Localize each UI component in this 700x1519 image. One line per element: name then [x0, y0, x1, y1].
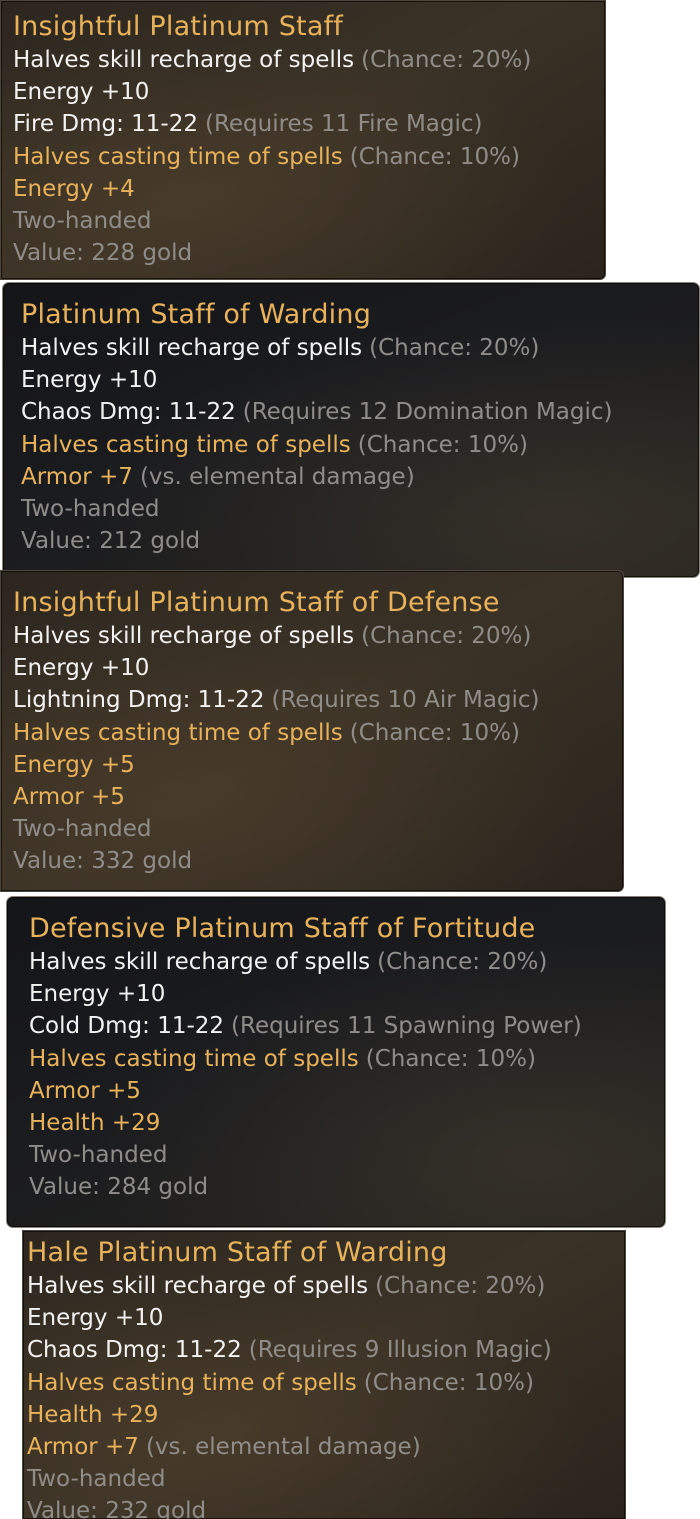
damage-text: Chaos Dmg: 11-22: [21, 399, 236, 426]
item-name: Defensive Platinum Staff of Fortitude: [29, 913, 536, 944]
casting-chance: (Chance: 10%): [349, 143, 520, 170]
item-tooltip-hale-platinum-staff-of-warding: Hale Platinum Staff of Warding Halves sk…: [22, 1230, 626, 1519]
bonus-modifier: Armor +5: [13, 784, 125, 811]
armor-note: (vs. elemental damage): [145, 1434, 421, 1461]
item-tooltip-defensive-platinum-staff-of-fortitude: Defensive Platinum Staff of Fortitude Ha…: [6, 896, 666, 1228]
damage-text: Chaos Dmg: 11-22: [27, 1337, 242, 1364]
item-tooltip-insightful-platinum-staff-of-defense: Insightful Platinum Staff of Defense Hal…: [0, 570, 624, 892]
item-name: Insightful Platinum Staff of Defense: [13, 587, 500, 618]
recharge-line: Halves skill recharge of spells (Chance: …: [29, 946, 665, 978]
item-tooltip-platinum-staff-of-warding: Platinum Staff of Warding Halves skill r…: [2, 282, 700, 578]
armor-text: Armor +7: [21, 463, 133, 490]
handedness: Two-handed: [13, 208, 152, 235]
damage-text: Fire Dmg: 11-22: [13, 111, 198, 138]
energy-line: Energy +10: [13, 655, 150, 682]
damage-line: Fire Dmg: 11-22 (Requires 11 Fire Magic): [13, 108, 605, 140]
recharge-chance: (Chance: 20%): [361, 47, 532, 73]
recharge-line: Halves skill recharge of spells (Chance: …: [21, 332, 699, 364]
damage-line: Cold Dmg: 11-22 (Requires 11 Spawning Pow…: [29, 1010, 665, 1042]
armor-line: Armor +7 (vs. elemental damage): [21, 461, 699, 493]
casting-chance: (Chance: 10%): [349, 719, 520, 746]
casting-line: Halves casting time of spells (Chance: 10…: [27, 1367, 625, 1399]
damage-text: Lightning Dmg: 11-22: [13, 687, 265, 714]
handedness: Two-handed: [27, 1466, 166, 1493]
bonus-modifier: Armor +5: [29, 1077, 141, 1104]
damage-requirement: (Requires 9 Illusion Magic): [248, 1337, 552, 1364]
item-value: Value: 284 gold: [29, 1174, 209, 1201]
bonus-modifier: Energy +4: [13, 175, 135, 202]
item-value: Value: 228 gold: [13, 240, 193, 267]
item-name: Platinum Staff of Warding: [21, 299, 372, 330]
casting-chance: (Chance: 10%): [365, 1045, 536, 1072]
energy-line: Energy +10: [21, 367, 158, 394]
armor-line: Armor +7 (vs. elemental damage): [27, 1431, 625, 1463]
recharge-chance: (Chance: 20%): [361, 623, 532, 649]
casting-line: Halves casting time of spells (Chance: 10…: [21, 429, 699, 461]
recharge-line: Halves skill recharge of spells (Chance: …: [13, 44, 605, 76]
casting-line: Halves casting time of spells (Chance: 10…: [13, 717, 623, 749]
casting-text: Halves casting time of spells: [13, 719, 343, 746]
recharge-chance: (Chance: 20%): [377, 949, 548, 975]
damage-line: Chaos Dmg: 11-22 (Requires 9 Illusion Mag…: [27, 1334, 625, 1366]
bonus-modifier: Health +29: [27, 1401, 159, 1428]
damage-requirement: (Requires 12 Domination Magic): [242, 399, 613, 426]
handedness: Two-handed: [21, 496, 160, 523]
casting-line: Halves casting time of spells (Chance: 10…: [13, 141, 605, 173]
casting-text: Halves casting time of spells: [21, 431, 351, 458]
casting-chance: (Chance: 10%): [357, 431, 528, 458]
recharge-line: Halves skill recharge of spells (Chance: …: [27, 1270, 625, 1302]
handedness: Two-handed: [13, 816, 152, 843]
damage-text: Cold Dmg: 11-22: [29, 1013, 225, 1040]
item-value: Value: 232 gold: [27, 1498, 207, 1519]
recharge-chance: (Chance: 20%): [375, 1273, 546, 1299]
energy-line: Energy +10: [27, 1305, 164, 1332]
recharge-chance: (Chance: 20%): [369, 335, 540, 361]
casting-text: Halves casting time of spells: [27, 1369, 357, 1396]
recharge-line: Halves skill recharge of spells (Chance: …: [13, 620, 623, 652]
energy-line: Energy +10: [13, 79, 150, 106]
recharge-text: Halves skill recharge of spells: [13, 47, 355, 73]
item-value: Value: 332 gold: [13, 848, 193, 875]
recharge-text: Halves skill recharge of spells: [13, 623, 355, 649]
damage-requirement: (Requires 10 Air Magic): [271, 687, 540, 714]
damage-line: Lightning Dmg: 11-22 (Requires 10 Air Mag…: [13, 684, 623, 716]
recharge-text: Halves skill recharge of spells: [21, 335, 363, 361]
casting-text: Halves casting time of spells: [29, 1045, 359, 1072]
damage-requirement: (Requires 11 Spawning Power): [231, 1013, 582, 1040]
damage-requirement: (Requires 11 Fire Magic): [204, 111, 483, 138]
item-name: Hale Platinum Staff of Warding: [27, 1237, 448, 1268]
recharge-text: Halves skill recharge of spells: [29, 949, 371, 975]
handedness: Two-handed: [29, 1142, 168, 1169]
armor-text: Armor +7: [27, 1434, 139, 1461]
bonus-modifier: Health +29: [29, 1110, 161, 1137]
casting-chance: (Chance: 10%): [363, 1369, 534, 1396]
casting-text: Halves casting time of spells: [13, 143, 343, 170]
casting-line: Halves casting time of spells (Chance: 10…: [29, 1043, 665, 1075]
energy-line: Energy +10: [29, 981, 166, 1008]
damage-line: Chaos Dmg: 11-22 (Requires 12 Domination …: [21, 396, 699, 428]
recharge-text: Halves skill recharge of spells: [27, 1273, 369, 1299]
bonus-modifier: Energy +5: [13, 751, 135, 778]
item-name: Insightful Platinum Staff: [13, 11, 343, 42]
item-tooltip-insightful-platinum-staff: Insightful Platinum Staff Halves skill r…: [0, 0, 606, 280]
armor-note: (vs. elemental damage): [139, 463, 415, 490]
item-value: Value: 212 gold: [21, 528, 201, 555]
